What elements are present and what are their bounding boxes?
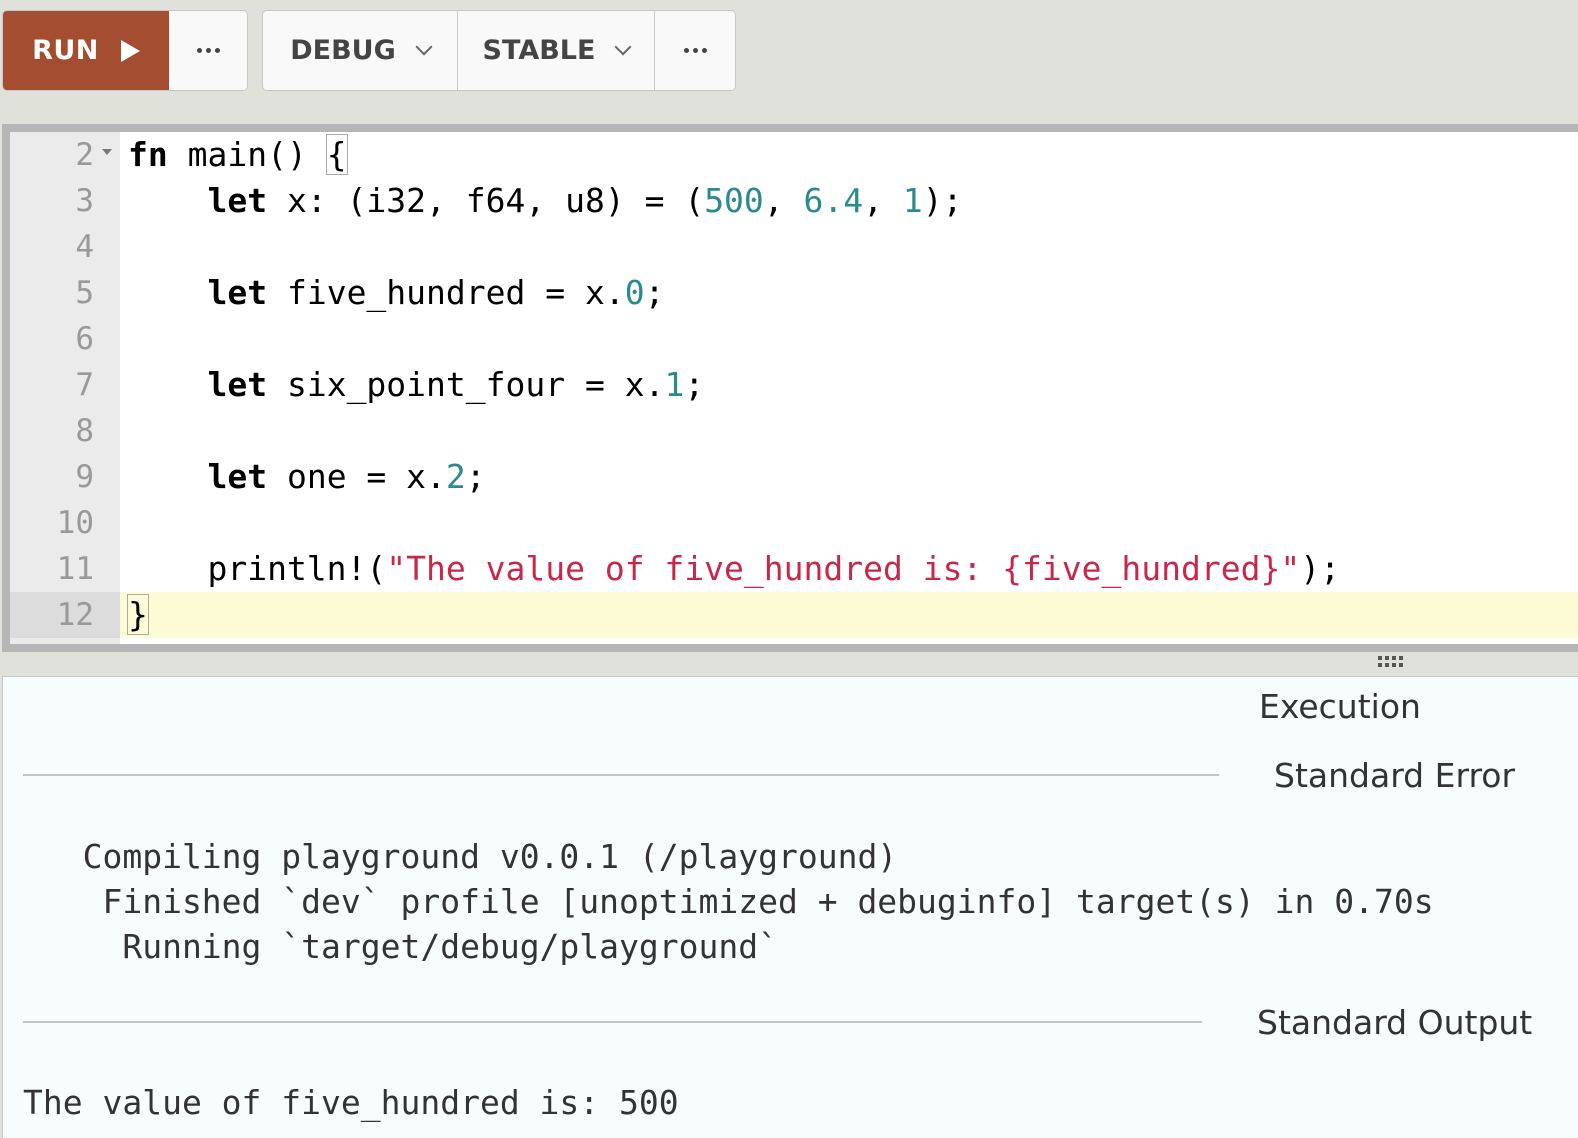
line-number: 8 [75,413,94,449]
line-number: 7 [75,367,94,403]
divider [23,774,1219,776]
code-line: 5 let five_hundred = x.0; [10,270,1578,316]
run-options-button[interactable] [169,11,247,90]
chevron-down-icon [614,38,632,55]
code-line: 12} [10,592,1578,638]
run-button-label: RUN [32,35,99,66]
line-number: 11 [56,551,94,587]
code-text: let one = x.2; [207,457,486,496]
code-line: 8 [10,408,1578,454]
output-pane: Execution Standard Error Compiling playg… [2,676,1578,1138]
line-number: 9 [75,459,94,495]
line-number: 6 [75,321,94,357]
code-editor[interactable]: 2 fn main() {3 let x: (i32, f64, u8) = (5… [2,124,1578,652]
code-text: let six_point_four = x.1; [207,365,705,404]
execution-heading: Execution [1259,687,1421,726]
play-icon [120,39,140,62]
fold-arrow-icon[interactable] [102,149,112,155]
code-line: 7 let six_point_four = x.1; [10,362,1578,408]
mode-dropdown[interactable]: DEBUG [263,11,458,90]
code-text: let x: (i32, f64, u8) = (500, 6.4, 1); [207,181,963,220]
run-button-group: RUN [2,10,248,91]
code-text: println!("The value of five_hundred is: … [128,549,1340,588]
line-number: 10 [56,505,94,541]
code-line: 6 [10,316,1578,362]
line-number: 4 [75,229,94,265]
channel-dropdown-label: STABLE [482,35,596,66]
pane-resize-handle[interactable] [1378,656,1403,667]
line-number: 3 [75,183,94,219]
code-line: 4 [10,224,1578,270]
code-line: 9 let one = x.2; [10,454,1578,500]
line-number: 5 [75,275,94,311]
channel-dropdown[interactable]: STABLE [458,11,655,90]
code-line: 11 println!("The value of five_hundred i… [10,546,1578,592]
line-number: 12 [10,592,120,638]
code-text: } [127,594,149,635]
chevron-down-icon [415,38,433,55]
run-button[interactable]: RUN [3,11,169,90]
ellipsis-icon [683,48,707,53]
stdout-output: The value of five_hundred is: 500 [23,1083,679,1122]
code-line: 3 let x: (i32, f64, u8) = (500, 6.4, 1); [10,178,1578,224]
line-number: 2 [75,137,94,173]
code-text: fn main() { [128,134,348,175]
code-text: let five_hundred = x.0; [207,273,665,312]
code-line: 2 fn main() { [10,132,1578,178]
ellipsis-icon [196,48,220,53]
stderr-output: Compiling playground v0.0.1 (/playground… [82,837,1434,966]
config-button-group: DEBUG STABLE [262,10,736,91]
config-options-button[interactable] [655,11,735,90]
mode-dropdown-label: DEBUG [290,35,396,66]
divider [23,1021,1202,1023]
code-line: 10 [10,500,1578,546]
stderr-heading: Standard Error [1274,756,1516,795]
stdout-heading: Standard Output [1257,1003,1533,1042]
